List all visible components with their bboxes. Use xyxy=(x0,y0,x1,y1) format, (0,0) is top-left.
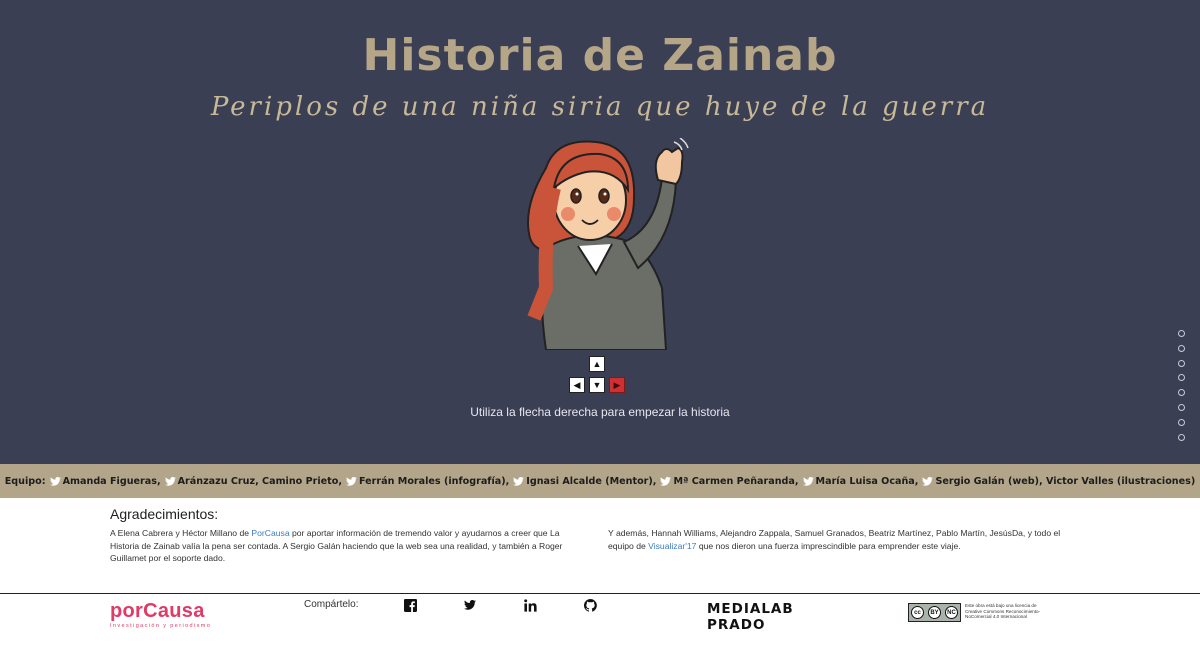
team-member[interactable]: Amanda Figueras, xyxy=(63,476,161,487)
creative-commons-badge[interactable]: cc BY NC xyxy=(908,603,961,622)
slide-dot[interactable] xyxy=(1178,433,1185,441)
team-member[interactable]: Sergio Galán (web), Victor Valles (ilust… xyxy=(935,476,1195,487)
github-icon[interactable] xyxy=(583,598,597,612)
zainab-illustration xyxy=(527,138,689,350)
right-arrow-key[interactable]: ▶ xyxy=(609,377,625,393)
cc-by-icon: BY xyxy=(928,606,941,619)
twitter-icon[interactable] xyxy=(513,476,525,486)
linkedin-icon[interactable] xyxy=(523,598,537,612)
team-credits-bar: Equipo: Amanda Figueras, Aránzazu Cruz, … xyxy=(0,464,1200,498)
twitter-icon[interactable] xyxy=(463,598,477,612)
slide-dot[interactable] xyxy=(1178,344,1185,352)
arrow-keys-hint: ▲ ◀ ▼ ▶ xyxy=(566,356,628,396)
twitter-icon[interactable] xyxy=(346,476,357,486)
brand-tagline: Investigación y periodismo xyxy=(110,623,212,629)
visualizar-link[interactable]: Visualizar'17 xyxy=(648,541,696,551)
hero-section: Historia de Zainab Periplos de una niña … xyxy=(0,0,1200,464)
facebook-icon[interactable] xyxy=(403,598,417,612)
medialab-line-1: MEDIALAB xyxy=(707,601,794,617)
license-text: Este obra está bajo una licencia de Crea… xyxy=(965,603,1041,620)
cc-nc-icon: NC xyxy=(945,606,958,619)
twitter-icon[interactable] xyxy=(660,476,672,486)
team-member[interactable]: Aránzazu Cruz, Camino Prieto, xyxy=(178,476,342,487)
slide-dot[interactable] xyxy=(1178,359,1185,367)
left-arrow-key[interactable]: ◀ xyxy=(569,377,585,393)
page-subtitle: Periplos de una niña siria que huye de l… xyxy=(210,92,990,122)
slide-dot[interactable] xyxy=(1178,374,1185,382)
thanks-text: que nos dieron una fuerza imprescindible… xyxy=(696,540,961,551)
slide-navigation xyxy=(1178,330,1188,448)
porcausa-link[interactable]: PorCausa xyxy=(251,528,289,538)
team-member[interactable]: Ferrán Morales (infografía), xyxy=(359,476,509,487)
twitter-icon[interactable] xyxy=(164,476,176,486)
up-arrow-key[interactable]: ▲ xyxy=(589,356,605,372)
thanks-paragraph-1: A Elena Cabrera y Héctor Millano de PorC… xyxy=(110,527,590,565)
twitter-icon[interactable] xyxy=(922,476,934,486)
team-label: Equipo: xyxy=(4,475,46,487)
down-arrow-key[interactable]: ▼ xyxy=(589,377,605,393)
thanks-text: A Elena Cabrera y Héctor Millano de xyxy=(110,528,252,538)
medialab-line-2: PRADO xyxy=(707,617,766,633)
twitter-icon[interactable] xyxy=(802,476,814,486)
brand-name: porCausa xyxy=(110,600,205,622)
slide-dot[interactable] xyxy=(1178,418,1185,426)
cc-icon: cc xyxy=(911,606,924,619)
share-label: Compártelo: xyxy=(304,599,359,610)
slide-dot[interactable] xyxy=(1178,389,1185,397)
start-instructions: Utiliza la flecha derecha para empezar l… xyxy=(470,405,730,419)
thanks-heading: Agradecimientos: xyxy=(110,506,219,522)
porcausa-logo[interactable]: porCausa Investigación y periodismo xyxy=(110,600,211,629)
medialab-prado-logo[interactable]: MEDIALAB PRADO xyxy=(707,601,794,633)
twitter-icon[interactable] xyxy=(49,476,61,486)
slide-dot[interactable] xyxy=(1178,403,1185,411)
team-member[interactable]: Ignasi Alcalde (Mentor), xyxy=(526,476,656,487)
thanks-paragraph-2: Y además, Hannah Williams, Alejandro Zap… xyxy=(608,527,1088,552)
team-member[interactable]: Mª Carmen Peñaranda, xyxy=(673,476,798,487)
page-title: Historia de Zainab xyxy=(362,30,838,81)
team-member[interactable]: María Luisa Ocaña, xyxy=(816,476,919,487)
footer-divider xyxy=(0,593,1200,594)
slide-dot[interactable] xyxy=(1178,330,1185,337)
